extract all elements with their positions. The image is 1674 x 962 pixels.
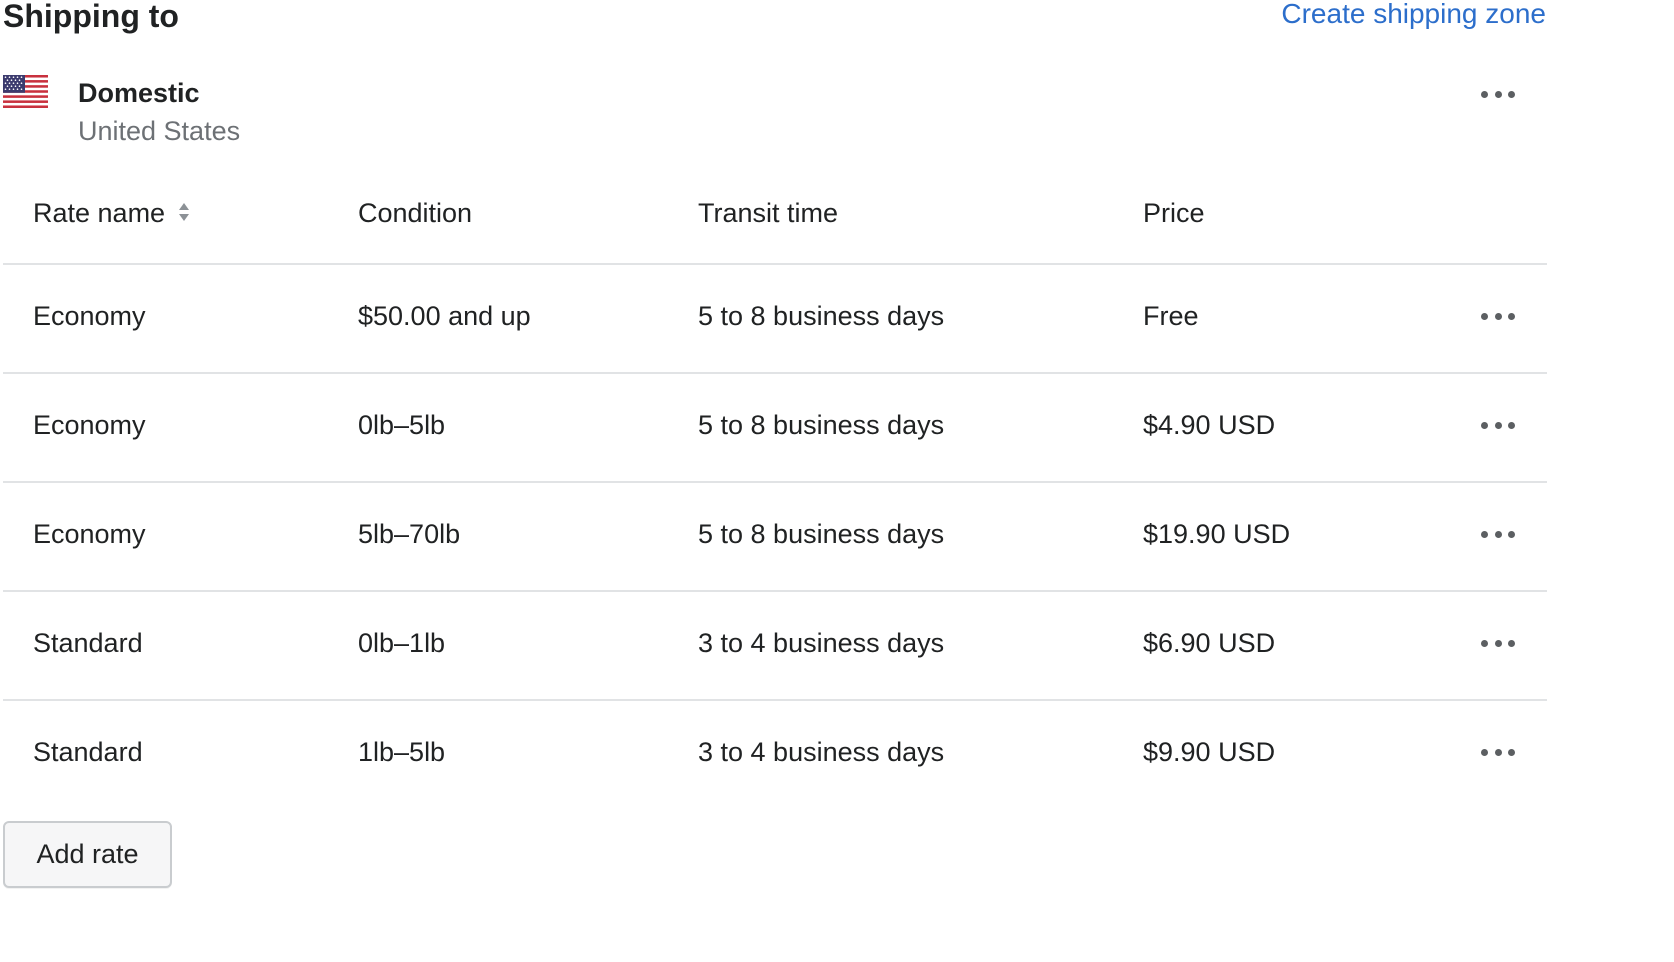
- dot-icon: [1494, 639, 1502, 647]
- dot-icon: [1481, 530, 1488, 538]
- transit-time-cell: 5 to 8 business days: [698, 301, 945, 331]
- rate-name-cell: Economy: [33, 410, 146, 440]
- us-flag-icon: [3, 75, 48, 108]
- price-cell: $9.90 USD: [1143, 737, 1276, 767]
- dot-icon: [1508, 748, 1515, 756]
- dot-icon: [1508, 530, 1515, 538]
- page-title: Shipping to: [3, 0, 179, 34]
- condition-cell: 0lb–1lb: [358, 628, 446, 658]
- row-more-actions-icon[interactable]: [1481, 418, 1515, 432]
- price-cell: $4.90 USD: [1143, 410, 1276, 440]
- condition-cell: $50.00 and up: [358, 301, 531, 331]
- price-cell: $19.90 USD: [1143, 519, 1291, 549]
- transit-time-cell: 5 to 8 business days: [698, 410, 945, 440]
- transit-time-cell: 3 to 4 business days: [698, 628, 945, 658]
- table-row: Standard 0lb–1lb 3 to 4 business days $6…: [3, 592, 1547, 701]
- dot-icon: [1508, 421, 1515, 429]
- dot-icon: [1481, 748, 1488, 756]
- table-row: Economy 5lb–70lb 5 to 8 business days $1…: [3, 483, 1547, 592]
- rate-name-cell: Economy: [33, 301, 146, 331]
- dot-icon: [1494, 530, 1502, 538]
- create-shipping-zone-link[interactable]: Create shipping zone: [1281, 0, 1546, 34]
- transit-time-cell: 5 to 8 business days: [698, 519, 945, 549]
- dot-icon: [1494, 748, 1502, 756]
- sort-icon[interactable]: [177, 201, 191, 223]
- column-header-rate-name[interactable]: Rate name: [33, 196, 191, 230]
- rate-name-cell: Economy: [33, 519, 146, 549]
- dot-icon: [1494, 90, 1502, 98]
- dot-icon: [1508, 312, 1515, 320]
- shipping-zone-page: Shipping to Create shipping zone Domesti…: [0, 0, 1674, 962]
- condition-cell: 0lb–5lb: [358, 410, 446, 440]
- dot-icon: [1481, 90, 1488, 98]
- rate-name-cell: Standard: [33, 737, 143, 767]
- column-header-condition: Condition: [358, 198, 473, 228]
- condition-cell: 5lb–70lb: [358, 519, 461, 549]
- zone-name: Domestic: [78, 78, 200, 108]
- column-header-transit-time: Transit time: [698, 198, 839, 228]
- dot-icon: [1508, 90, 1515, 98]
- row-more-actions-icon[interactable]: [1481, 745, 1515, 759]
- dot-icon: [1481, 421, 1488, 429]
- transit-time-cell: 3 to 4 business days: [698, 737, 945, 767]
- zone-country: United States: [78, 116, 241, 146]
- row-more-actions-icon[interactable]: [1481, 309, 1515, 323]
- column-header-price: Price: [1143, 198, 1205, 228]
- table-header: Rate name Condition Transit time Price: [3, 160, 1547, 265]
- condition-cell: 1lb–5lb: [358, 737, 446, 767]
- zone-more-actions-icon[interactable]: [1481, 87, 1515, 101]
- dot-icon: [1481, 312, 1488, 320]
- table-row: Standard 1lb–5lb 3 to 4 business days $9…: [3, 701, 1547, 808]
- row-more-actions-icon[interactable]: [1481, 527, 1515, 541]
- price-cell: Free: [1143, 301, 1199, 331]
- row-more-actions-icon[interactable]: [1481, 636, 1515, 650]
- rate-name-cell: Standard: [33, 628, 143, 658]
- dot-icon: [1481, 639, 1488, 647]
- add-rate-button[interactable]: Add rate: [3, 821, 172, 888]
- table-row: Economy 0lb–5lb 5 to 8 business days $4.…: [3, 374, 1547, 483]
- rates-table: Rate name Condition Transit time Price E…: [3, 160, 1547, 808]
- dot-icon: [1508, 639, 1515, 647]
- price-cell: $6.90 USD: [1143, 628, 1276, 658]
- dot-icon: [1494, 312, 1502, 320]
- table-row: Economy $50.00 and up 5 to 8 business da…: [3, 265, 1547, 374]
- column-header-label: Rate name: [33, 198, 166, 228]
- dot-icon: [1494, 421, 1502, 429]
